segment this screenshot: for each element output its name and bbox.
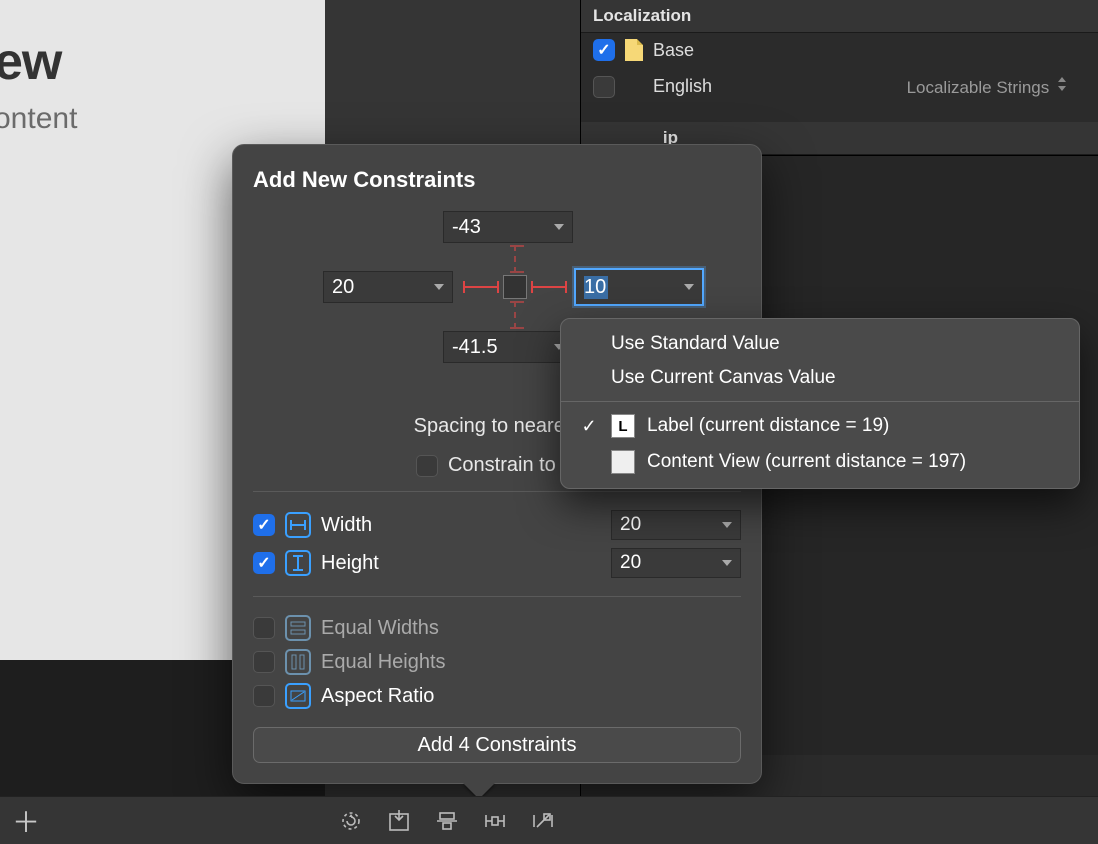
equal-widths-label: Equal Widths <box>321 617 439 640</box>
menu-use-standard-label: Use Standard Value <box>611 333 780 355</box>
aspect-ratio-icon <box>285 683 311 709</box>
english-checkbox[interactable] <box>593 76 615 98</box>
equal-widths-icon <box>285 615 311 641</box>
height-field[interactable]: 20 <box>611 548 741 578</box>
right-spacing-value: 10 <box>584 276 608 299</box>
bottom-strut-icon[interactable] <box>514 301 516 329</box>
menu-neighbor-label[interactable]: ✓ L Label (current distance = 19) <box>561 408 1079 444</box>
aspect-ratio-label: Aspect Ratio <box>321 685 434 708</box>
dropdown-caret-icon <box>554 224 564 230</box>
dropdown-caret-icon <box>722 560 732 566</box>
height-row: ✓ Height 20 <box>253 544 741 582</box>
file-icon <box>625 39 643 61</box>
equal-widths-checkbox[interactable] <box>253 617 275 639</box>
constrain-to-margins-checkbox[interactable] <box>416 455 438 477</box>
height-checkbox[interactable]: ✓ <box>253 552 275 574</box>
label-swatch-icon: L <box>611 414 635 438</box>
dropdown-caret-icon <box>722 522 732 528</box>
width-checkbox[interactable]: ✓ <box>253 514 275 536</box>
popup-arrows-icon <box>1058 75 1068 93</box>
top-strut-icon[interactable] <box>514 245 516 273</box>
align-icon[interactable] <box>432 806 462 836</box>
popover-title: Add New Constraints <box>253 167 741 193</box>
resolve-issues-icon[interactable] <box>528 806 558 836</box>
localization-header: Localization <box>581 0 1098 33</box>
height-value: 20 <box>620 552 641 574</box>
add-button-icon[interactable]: ＋ <box>12 801 40 841</box>
menu-check-icon: ✓ <box>579 416 599 437</box>
english-mode-popup[interactable]: Localizable Strings <box>901 73 1086 100</box>
height-icon <box>285 550 311 576</box>
left-spacing-value: 20 <box>332 276 354 299</box>
left-spacing-field[interactable]: 20 <box>323 271 453 303</box>
english-mode-value: Localizable Strings <box>907 78 1050 97</box>
top-spacing-value: -43 <box>452 216 481 239</box>
add-constraints-button[interactable]: Add 4 Constraints <box>253 727 741 763</box>
equal-heights-checkbox[interactable] <box>253 651 275 673</box>
neighbor-context-menu: Use Standard Value Use Current Canvas Va… <box>560 318 1080 489</box>
menu-neighbor-label-text: Label (current distance = 19) <box>647 415 889 437</box>
equal-heights-label: Equal Heights <box>321 651 446 674</box>
localization-english-row: English Localizable Strings <box>581 67 1098 106</box>
width-icon <box>285 512 311 538</box>
width-value: 20 <box>620 514 641 536</box>
view-swatch-icon <box>611 450 635 474</box>
localization-base-row: ✓ Base <box>581 33 1098 67</box>
equal-heights-icon <box>285 649 311 675</box>
dropdown-caret-icon <box>434 284 444 290</box>
left-strut-icon[interactable] <box>463 286 499 288</box>
base-checkbox[interactable]: ✓ <box>593 39 615 61</box>
equal-widths-row: Equal Widths <box>253 611 741 645</box>
equal-heights-row: Equal Heights <box>253 645 741 679</box>
bottom-spacing-value: -41.5 <box>452 336 498 359</box>
aspect-ratio-checkbox[interactable] <box>253 685 275 707</box>
canvas-title-fragment: ew <box>0 32 61 92</box>
anchor-center-icon <box>503 275 527 299</box>
canvas-subtitle-fragment: ontent <box>0 102 77 136</box>
menu-use-standard-value[interactable]: Use Standard Value <box>561 327 1079 361</box>
dropdown-caret-icon <box>684 284 694 290</box>
width-row: ✓ Width 20 <box>253 506 741 544</box>
bottom-spacing-field[interactable]: -41.5 <box>443 331 573 363</box>
canvas-bottom-toolbar: ＋ <box>0 796 1098 844</box>
menu-neighbor-content-view[interactable]: Content View (current distance = 197) <box>561 444 1079 480</box>
base-label: Base <box>653 40 694 61</box>
add-constraints-button-label: Add 4 Constraints <box>418 734 577 757</box>
menu-neighbor-content-view-text: Content View (current distance = 197) <box>647 451 966 473</box>
right-strut-icon[interactable] <box>531 286 567 288</box>
aspect-ratio-row: Aspect Ratio <box>253 679 741 713</box>
update-frames-icon[interactable] <box>336 806 366 836</box>
constrain-to-margins-label: Constrain to m <box>448 454 578 477</box>
top-spacing-field[interactable]: -43 <box>443 211 573 243</box>
width-field[interactable]: 20 <box>611 510 741 540</box>
add-constraints-icon[interactable] <box>480 806 510 836</box>
english-label: English <box>653 76 712 97</box>
right-spacing-field[interactable]: 10 <box>574 268 704 306</box>
menu-use-current-canvas-value[interactable]: Use Current Canvas Value <box>561 361 1079 395</box>
height-label: Height <box>321 552 379 575</box>
menu-use-current-label: Use Current Canvas Value <box>611 367 836 389</box>
width-label: Width <box>321 514 372 537</box>
embed-in-icon[interactable] <box>384 806 414 836</box>
